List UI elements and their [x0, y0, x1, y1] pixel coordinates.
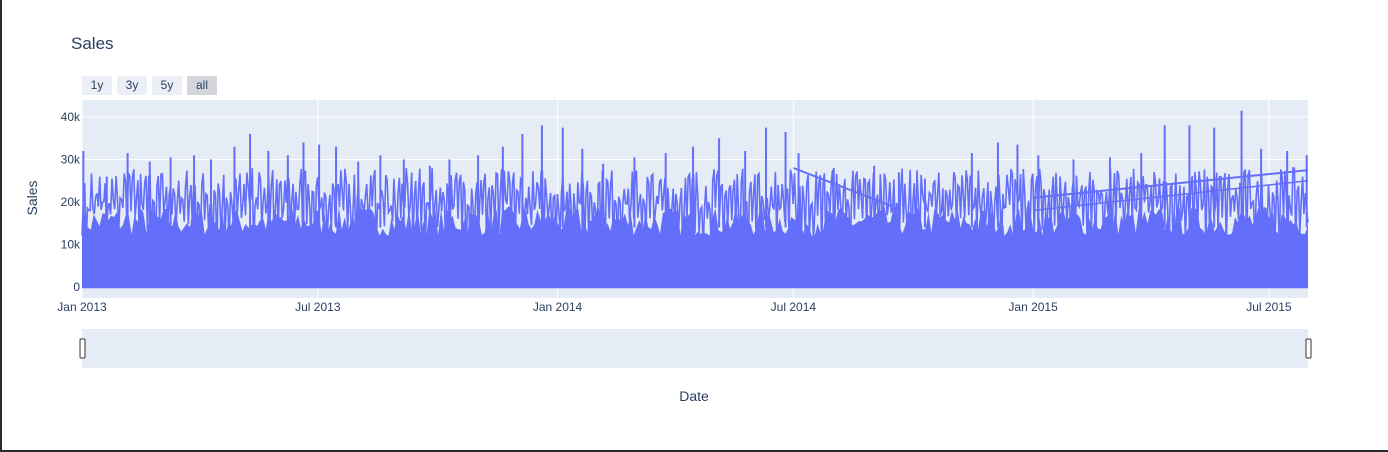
range-slider[interactable] [79, 329, 1312, 368]
y-tick-label-0: 0 [73, 280, 80, 294]
x-tick-label-4: Jan 2015 [1008, 300, 1058, 314]
x-tick-label-5: Jul 2015 [1246, 300, 1292, 314]
y-tick-label-3: 30k [61, 153, 81, 167]
x-tick-label-2: Jan 2014 [533, 300, 583, 314]
y-tick-label-2: 20k [61, 195, 81, 209]
x-tick-label-3: Jul 2014 [771, 300, 817, 314]
x-axis-ticks: Jan 2013 Jul 2013 Jan 2014 Jul 2014 Jan 2015… [57, 300, 1292, 314]
range-slider-track[interactable] [82, 329, 1308, 368]
x-tick-label-1: Jul 2013 [295, 300, 341, 314]
y-tick-label-1: 10k [61, 238, 81, 252]
sales-chart[interactable]: 0 10k 20k 30k 40k Jan 2013 Jul 2013 Jan 2014 Ju… [0, 0, 1388, 452]
y-axis-ticks: 0 10k 20k 30k 40k [61, 110, 81, 294]
range-slider-handle-right[interactable] [1305, 338, 1312, 359]
range-slider-handle-left[interactable] [79, 338, 86, 359]
x-tick-label-0: Jan 2013 [57, 300, 107, 314]
y-tick-label-4: 40k [61, 110, 81, 124]
